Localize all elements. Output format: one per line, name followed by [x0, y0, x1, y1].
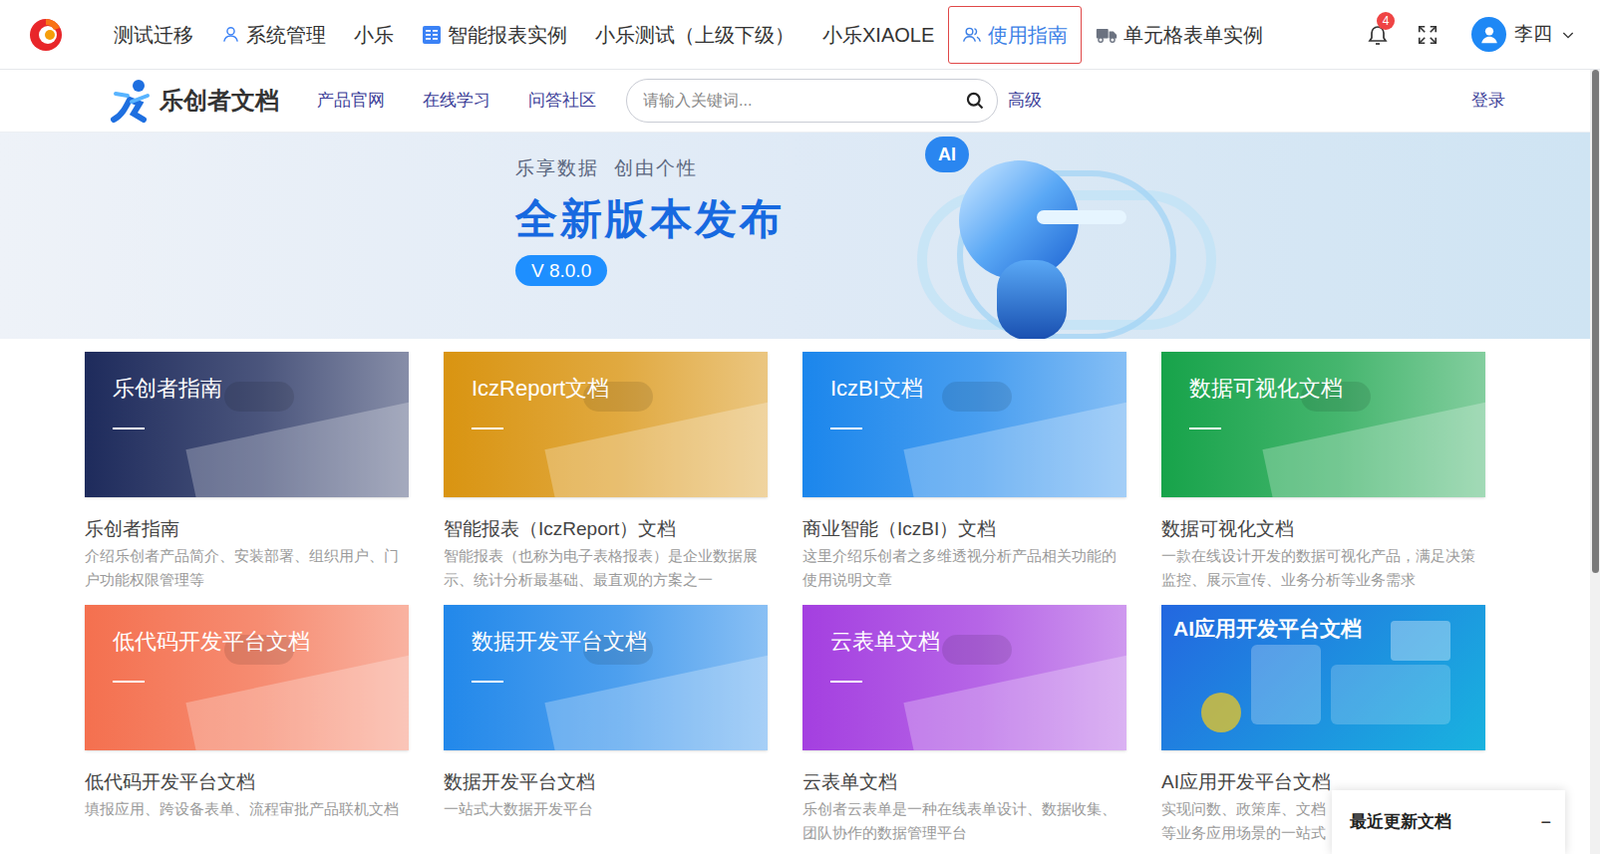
ai-badge: AI	[925, 136, 969, 173]
doc-card[interactable]: 乐创者指南乐创者指南介绍乐创者产品简介、安装部署、组织用户、门户功能权限管理等	[84, 351, 409, 593]
expand-icon	[1416, 23, 1439, 46]
doc-brand[interactable]: 乐创者文档	[105, 77, 280, 124]
doc-card[interactable]: 数据开发平台文档数据开发平台文档一站式大数据开发平台	[443, 605, 768, 846]
search-icon[interactable]	[964, 90, 985, 111]
hero-figure	[897, 150, 1227, 339]
hero-banner: AI乐享数据 创由个性全新版本发布V 8.0.0	[0, 132, 1591, 339]
user-menu[interactable]: 李四	[1471, 16, 1577, 52]
nav-item[interactable]: 智能报表实例	[407, 5, 582, 64]
doc-link[interactable]: 在线学习	[422, 87, 491, 114]
recent-docs-panel[interactable]: 最近更新文档−	[1331, 790, 1566, 854]
fullscreen-button[interactable]	[1415, 22, 1440, 47]
notification-badge: 4	[1376, 11, 1395, 30]
search-field[interactable]	[626, 78, 998, 123]
card-image[interactable]: 云表单文档	[802, 605, 1127, 751]
report-icon	[421, 24, 442, 45]
nav-item[interactable]: 单元格表单实例	[1081, 5, 1278, 64]
avatar-icon	[1471, 16, 1507, 52]
login-link[interactable]: 登录	[1471, 87, 1506, 114]
runner-logo-icon	[105, 77, 156, 124]
nav-item[interactable]: 系统管理	[207, 5, 340, 64]
doc-card[interactable]: 云表单文档云表单文档乐创者云表单是一种在线表单设计、数据收集、团队协作的数据管理…	[802, 605, 1127, 846]
doc-link[interactable]: 产品官网	[317, 87, 385, 114]
search-input[interactable]	[642, 88, 965, 113]
advanced-search-link[interactable]: 高级	[1007, 87, 1042, 114]
doc-card[interactable]: 数据可视化文档数据可视化文档一款在线设计开发的数据可视化产品，满足决策监控、展示…	[1161, 351, 1486, 593]
card-image[interactable]: 数据可视化文档	[1161, 351, 1486, 498]
scrollbar[interactable]	[1590, 69, 1600, 854]
card-image[interactable]: 数据开发平台文档	[443, 605, 768, 751]
doc-card[interactable]: IczReport文档智能报表（IczReport）文档智能报表（也称为电子表格…	[443, 351, 768, 593]
nav-item[interactable]: 小乐XIAOLE	[808, 5, 949, 64]
card-image[interactable]: 低代码开发平台文档	[84, 605, 409, 751]
nav-item[interactable]: 测试迁移	[99, 5, 208, 64]
nav-item[interactable]: 小乐测试（上级下级）	[581, 5, 809, 64]
notification-button[interactable]: 4	[1363, 20, 1392, 49]
scrollbar-thumb[interactable]	[1592, 69, 1600, 574]
nav-item[interactable]: 使用指南	[948, 5, 1082, 64]
top-nav: 测试迁移系统管理小乐智能报表实例小乐测试（上级下级）小乐XIAOLE使用指南单元…	[0, 0, 1600, 70]
chevron-down-icon	[1560, 26, 1577, 43]
card-image[interactable]: IczReport文档	[443, 351, 768, 498]
doc-link[interactable]: 问答社区	[528, 87, 597, 114]
card-grid: 乐创者指南乐创者指南介绍乐创者产品简介、安装部署、组织用户、门户功能权限管理等I…	[0, 338, 1591, 846]
card-image[interactable]: AI应用开发平台文档	[1161, 605, 1486, 751]
doc-card[interactable]: IczBI文档商业智能（IczBI）文档这里介绍乐创者之多维透视分析产品相关功能…	[802, 351, 1127, 593]
doc-nav: 乐创者文档 产品官网 在线学习 问答社区 高级 登录	[0, 69, 1591, 133]
truck-icon	[1095, 25, 1118, 44]
card-image[interactable]: 乐创者指南	[84, 351, 409, 498]
nav-item[interactable]: 小乐	[339, 5, 408, 64]
app-logo-icon[interactable]	[27, 16, 64, 53]
version-pill: V 8.0.0	[515, 255, 608, 287]
group-icon	[961, 24, 982, 45]
card-image[interactable]: IczBI文档	[802, 351, 1127, 498]
doc-card[interactable]: 低代码开发平台文档低代码开发平台文档填报应用、跨设备表单、流程审批产品联机文档	[84, 605, 409, 846]
user-icon	[221, 24, 241, 44]
collapse-button[interactable]: −	[1540, 809, 1552, 837]
